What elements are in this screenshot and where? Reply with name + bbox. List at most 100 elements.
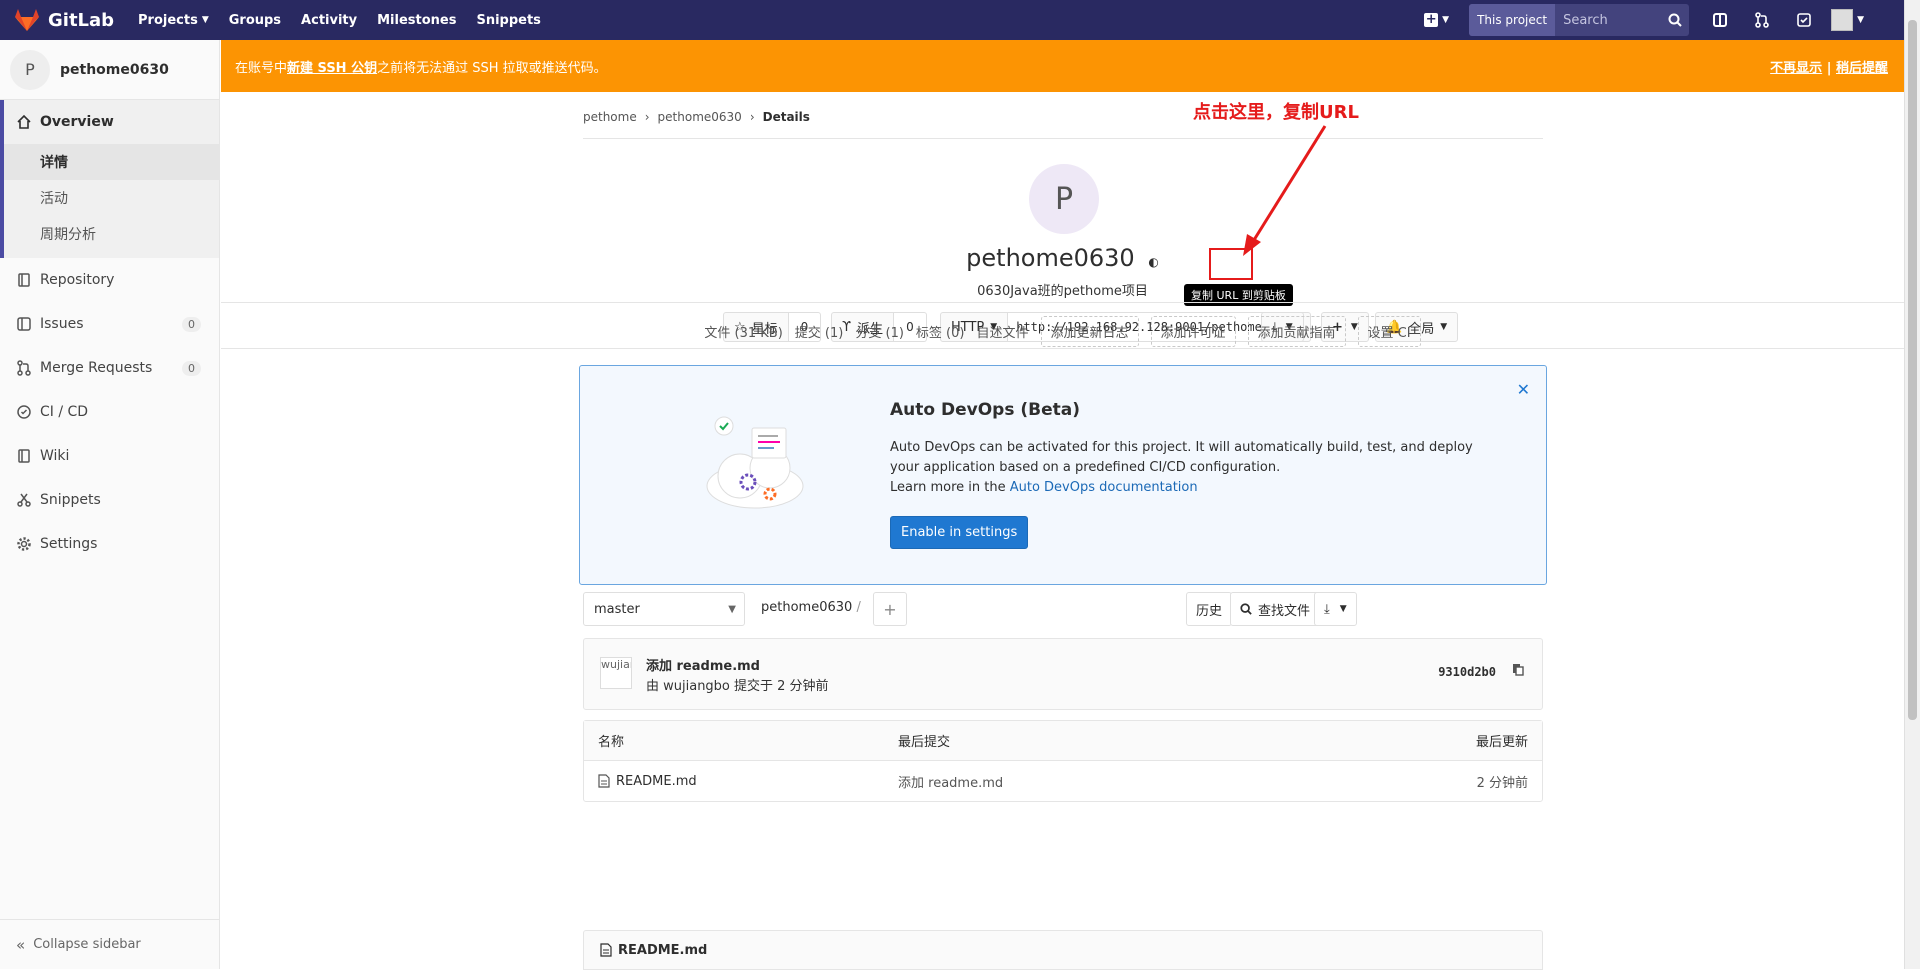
annotation-text: 点击这里，复制URL <box>1193 102 1359 123</box>
download-archive-dropdown[interactable]: ⤓ ▼ <box>1314 592 1357 626</box>
stats-divider <box>221 348 1904 349</box>
project-title-text: pethome0630 <box>966 244 1135 272</box>
sidebar-item-repository[interactable]: Repository <box>0 258 219 302</box>
sidebar-item-wiki[interactable]: Wiki <box>0 434 219 478</box>
file-table: 名称 最后提交 最后更新 README.md 添加 readme.md 2 分钟… <box>583 720 1543 802</box>
stat-branches[interactable]: 分支 (1) <box>855 322 904 341</box>
issues-count-badge: 0 <box>182 316 201 332</box>
setup-ci-button[interactable]: 设置 CI <box>1357 316 1421 347</box>
sidebar-toggle-icon[interactable] <box>1699 0 1741 40</box>
add-to-tree-button[interactable]: + <box>873 592 907 626</box>
settings-icon <box>17 537 31 551</box>
breadcrumb-item-project[interactable]: pethome0630 <box>658 110 742 124</box>
clipboard-icon[interactable] <box>1512 663 1524 676</box>
branch-select[interactable]: master ▼ <box>583 592 745 626</box>
plus-icon: + <box>883 599 897 619</box>
tree-controls: master ▼ pethome0630 / + 历史 查找文件 ⤓ ▼ <box>583 592 1543 628</box>
devops-docs-link[interactable]: Auto DevOps documentation <box>1010 480 1198 495</box>
gitlab-logo[interactable]: GitLab <box>14 8 122 32</box>
file-name-link[interactable]: README.md <box>616 774 697 789</box>
issues-icon <box>17 317 31 331</box>
sidebar-item-ci-cd[interactable]: CI / CD <box>0 390 219 434</box>
snippets-icon <box>17 493 31 507</box>
breadcrumb-divider <box>583 138 1543 139</box>
nav-activity[interactable]: Activity <box>301 13 357 28</box>
sidebar-project-header[interactable]: P pethome0630 <box>0 40 219 100</box>
project-title: pethome0630 ◐ <box>221 244 1904 272</box>
add-license-button[interactable]: 添加许可证 <box>1150 316 1236 347</box>
nav-snippets[interactable]: Snippets <box>476 13 540 28</box>
top-navbar: GitLab Projects ▼ Groups Activity Milesto… <box>0 0 1904 40</box>
add-ssh-key-link[interactable]: 新建 SSH 公钥 <box>287 57 377 76</box>
enable-in-settings-button[interactable]: Enable in settings <box>890 516 1029 549</box>
add-changelog-button[interactable]: 添加更新日志 <box>1040 316 1139 347</box>
chevron-right-icon: › <box>749 110 755 124</box>
search-scope-badge[interactable]: This project <box>1469 4 1556 36</box>
nav-milestones[interactable]: Milestones <box>377 13 456 28</box>
add-contributing-button[interactable]: 添加贡献指南 <box>1247 316 1346 347</box>
nav-groups[interactable]: Groups <box>229 13 281 28</box>
dont-show-again-link[interactable]: 不再显示 <box>1770 61 1822 76</box>
tree-path: pethome0630 / <box>761 600 861 615</box>
user-menu[interactable]: ▼ <box>1831 9 1864 31</box>
devops-body: Auto DevOps can be activated for this pr… <box>890 440 1473 475</box>
find-file-label: 查找文件 <box>1258 603 1311 619</box>
sidebar-item-merge-requests[interactable]: Merge Requests 0 <box>0 346 219 390</box>
banner-separator: | <box>1822 60 1836 76</box>
nav-projects[interactable]: Projects ▼ <box>138 13 209 28</box>
table-row[interactable]: README.md 添加 readme.md 2 分钟前 <box>584 761 1542 801</box>
merge-requests-icon[interactable] <box>1741 0 1783 40</box>
breadcrumb: pethome › pethome0630 › Details <box>583 110 810 124</box>
commit-title[interactable]: 添加 readme.md <box>646 655 760 674</box>
tree-path-root[interactable]: pethome0630 <box>761 600 852 615</box>
sidebar-item-settings[interactable]: Settings <box>0 522 219 566</box>
shield-icon: ◐ <box>1148 255 1159 269</box>
search-icon[interactable] <box>1661 4 1689 36</box>
sidebar-item-label: CI / CD <box>40 404 89 420</box>
auto-devops-callout: Auto DevOps (Beta) Auto DevOps can be ac… <box>579 365 1547 585</box>
stat-commits[interactable]: 提交 (1) <box>795 322 844 341</box>
stat-readme[interactable]: 自述文件 <box>976 322 1028 341</box>
todos-icon[interactable] <box>1783 0 1825 40</box>
sidebar-subitem-details[interactable]: 详情 <box>4 144 219 180</box>
breadcrumb-item-namespace[interactable]: pethome <box>583 110 637 124</box>
sidebar-item-label: Repository <box>40 272 115 288</box>
double-chevron-left-icon: « <box>16 935 26 954</box>
sidebar-item-label: Wiki <box>40 448 70 464</box>
collapse-sidebar-button[interactable]: « Collapse sidebar <box>0 919 219 969</box>
stat-files[interactable]: 文件 (31 KB) <box>704 322 782 341</box>
project-description: 0630Java班的pethome项目 <box>977 284 1148 299</box>
sidebar-item-issues[interactable]: Issues 0 <box>0 302 219 346</box>
devops-title: Auto DevOps (Beta) <box>890 400 1080 420</box>
new-dropdown[interactable]: + ▼ <box>1424 13 1449 27</box>
sidebar-item-snippets[interactable]: Snippets <box>0 478 219 522</box>
page-scrollbar[interactable] <box>1904 0 1920 969</box>
scrollbar-thumb[interactable] <box>1908 20 1917 720</box>
branch-select-value: master <box>594 601 640 617</box>
chevron-down-icon: ▼ <box>728 603 736 615</box>
search-input[interactable] <box>1555 4 1662 36</box>
remind-later-link[interactable]: 稍后提醒 <box>1836 61 1888 76</box>
sidebar-subitem-activity[interactable]: 活动 <box>4 180 219 216</box>
tree-path-separator: / <box>856 600 861 615</box>
project-stats-bar: 文件 (31 KB) 提交 (1) 分支 (1) 标签 (0) 自述文件 添加更… <box>221 316 1904 347</box>
history-button[interactable]: 历史 <box>1186 592 1233 626</box>
breadcrumb-item-current[interactable]: Details <box>763 110 810 124</box>
sidebar-item-overview-label: Overview <box>40 114 114 130</box>
header-divider <box>221 302 1904 303</box>
readme-title[interactable]: README.md <box>618 943 707 958</box>
collapse-sidebar-label: Collapse sidebar <box>33 937 141 952</box>
file-last-commit[interactable]: 添加 readme.md <box>898 772 1382 791</box>
commit-sha[interactable]: 9310d2b0 <box>1438 665 1496 679</box>
gitlab-fox-icon <box>15 9 39 31</box>
sidebar-item-overview[interactable]: Overview <box>0 100 219 144</box>
close-icon[interactable]: ✕ <box>1517 380 1530 399</box>
commit-author-avatar[interactable]: wujiangbo <box>600 657 632 689</box>
home-icon <box>17 114 31 129</box>
stat-tags[interactable]: 标签 (0) <box>916 322 965 341</box>
find-file-button[interactable]: 查找文件 <box>1230 592 1321 626</box>
banner-text-after: 之前将无法通过 SSH 拉取或推送代码。 <box>377 60 607 76</box>
caret-down-icon: ▼ <box>1339 604 1347 614</box>
file-last-update: 2 分钟前 <box>1476 775 1528 791</box>
sidebar-subitem-cycle-analytics[interactable]: 周期分析 <box>4 216 219 252</box>
